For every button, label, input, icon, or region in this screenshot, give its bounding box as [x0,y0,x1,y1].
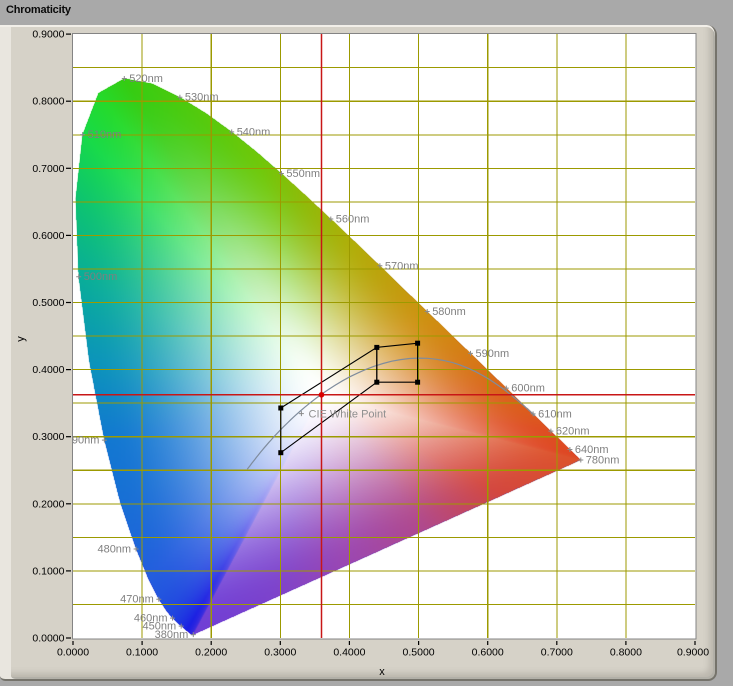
svg-text:CIE White Point: CIE White Point [309,409,387,421]
svg-text:510nm: 510nm [88,129,122,141]
svg-text:0.4000: 0.4000 [32,364,64,376]
svg-text:0.3000: 0.3000 [264,647,296,659]
svg-text:0.7000: 0.7000 [541,647,573,659]
svg-text:0.6000: 0.6000 [32,230,64,242]
svg-text:0.8000: 0.8000 [32,96,64,108]
svg-text:780nm: 780nm [586,455,620,467]
svg-text:500nm: 500nm [84,271,118,283]
svg-text:0.2000: 0.2000 [32,498,64,510]
svg-text:580nm: 580nm [432,306,466,318]
svg-text:540nm: 540nm [237,126,271,138]
svg-text:590nm: 590nm [476,348,510,360]
svg-text:610nm: 610nm [538,408,572,420]
svg-text:0.5000: 0.5000 [403,647,435,659]
svg-text:x: x [379,666,385,678]
svg-text:0.8000: 0.8000 [610,647,642,659]
svg-text:0.7000: 0.7000 [32,163,64,175]
svg-text:y: y [15,336,27,342]
svg-text:0.0000: 0.0000 [57,647,89,659]
svg-text:470nm: 470nm [120,594,154,606]
svg-text:460nm: 460nm [134,613,168,625]
svg-text:0.9000: 0.9000 [677,647,709,659]
svg-text:0.0000: 0.0000 [32,633,64,645]
svg-text:480nm: 480nm [97,544,131,556]
svg-text:560nm: 560nm [336,214,370,226]
svg-text:0.3000: 0.3000 [32,431,64,443]
svg-text:0.4000: 0.4000 [333,647,365,659]
svg-text:0.5000: 0.5000 [32,297,64,309]
svg-text:530nm: 530nm [185,92,219,104]
svg-text:0.9000: 0.9000 [32,29,64,41]
svg-text:0.2000: 0.2000 [195,647,227,659]
svg-text:570nm: 570nm [385,260,419,272]
svg-text:0.6000: 0.6000 [472,647,504,659]
svg-text:0.1000: 0.1000 [126,647,158,659]
svg-text:0.1000: 0.1000 [32,565,64,577]
svg-text:620nm: 620nm [556,426,590,438]
svg-text:600nm: 600nm [511,383,545,395]
svg-text:520nm: 520nm [129,73,163,85]
svg-text:550nm: 550nm [286,168,320,180]
